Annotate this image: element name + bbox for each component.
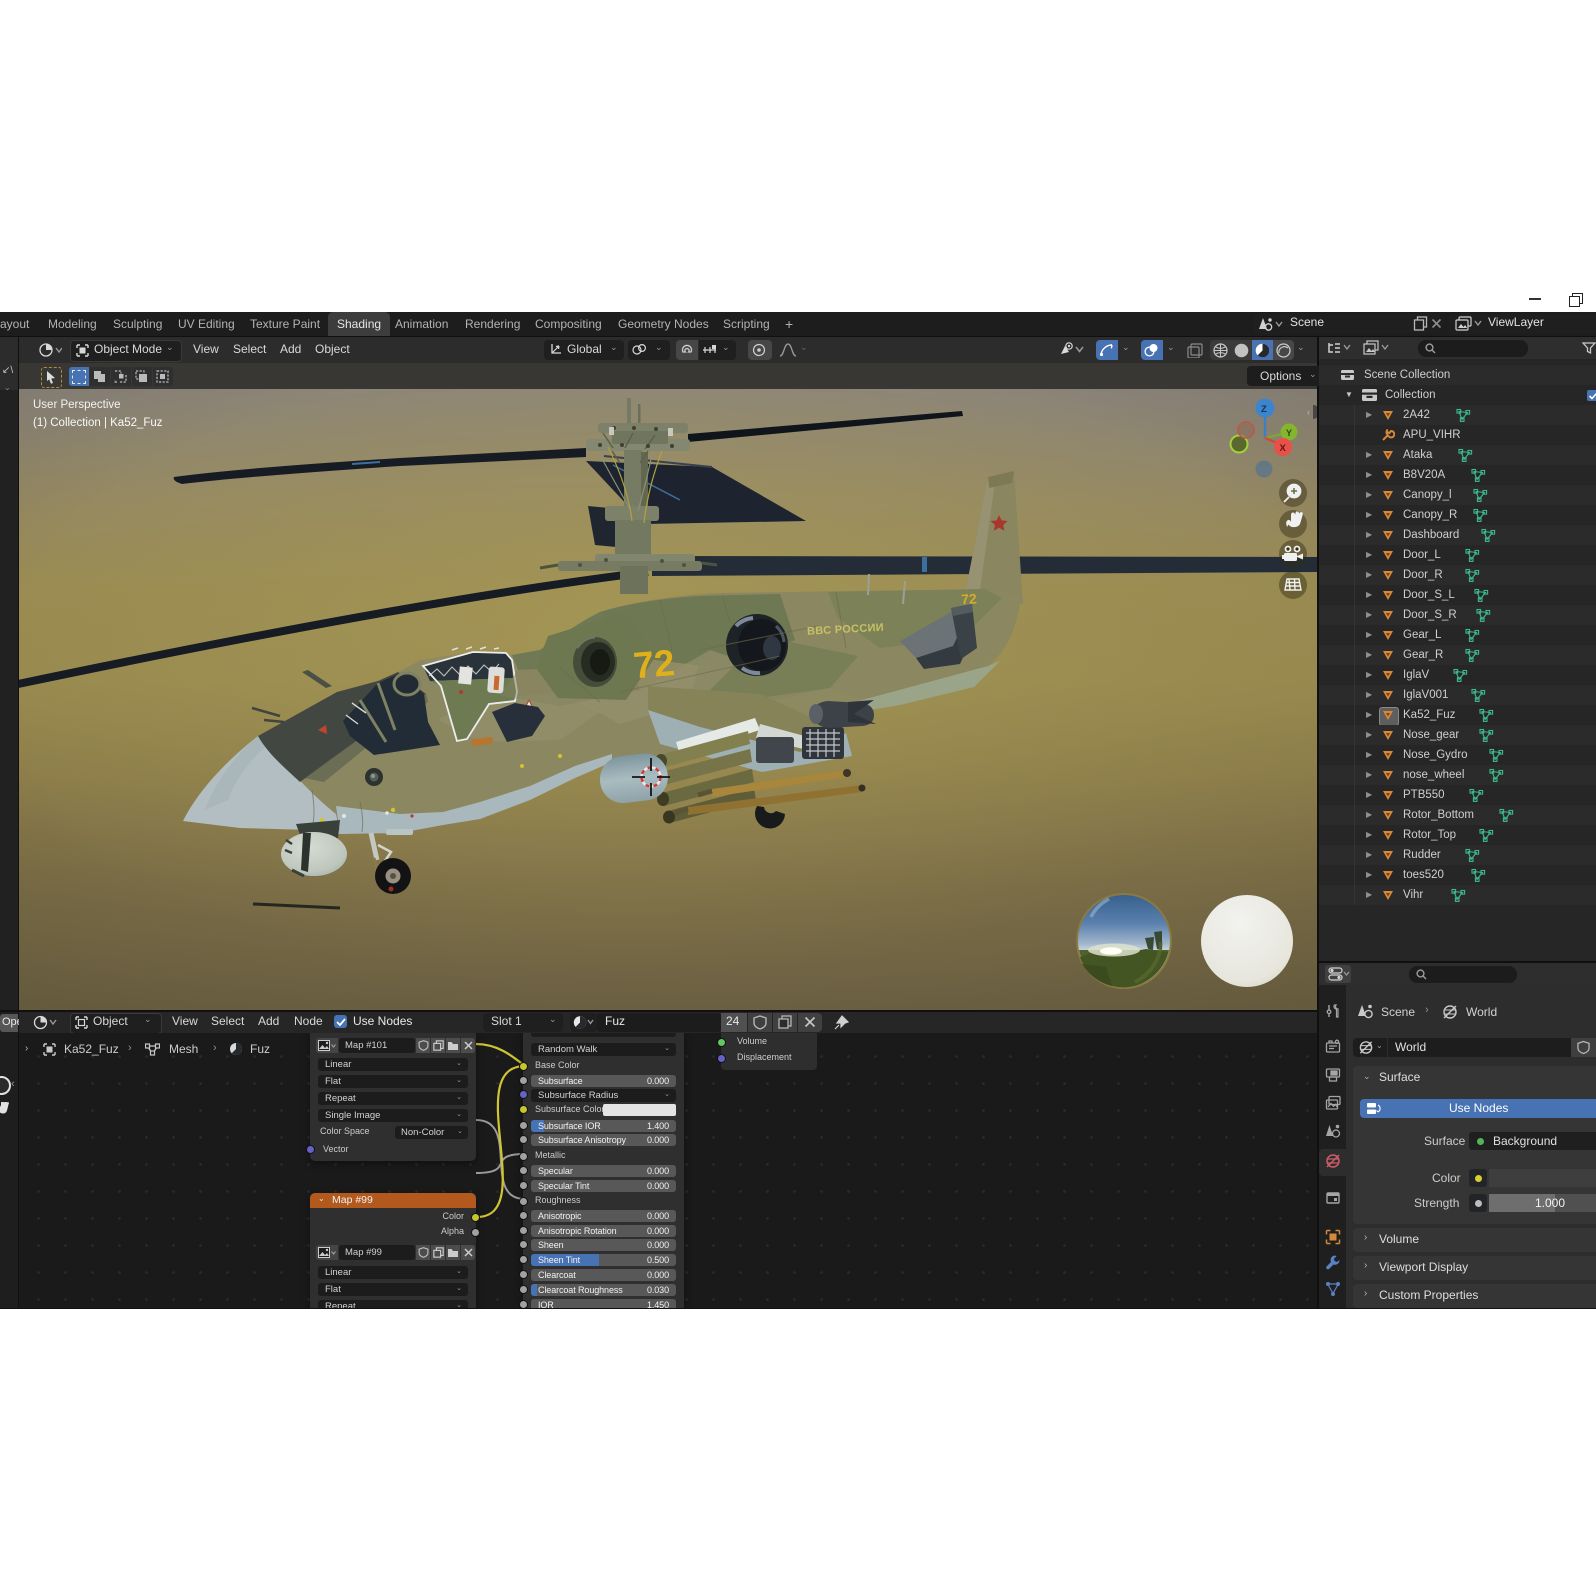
svg-text:72: 72 xyxy=(632,642,677,686)
svg-text:User Perspective: User Perspective xyxy=(33,399,121,411)
svg-text:‹: ‹ xyxy=(1307,407,1310,417)
svg-text:(1) Collection | Ka52_Fuz: (1) Collection | Ka52_Fuz xyxy=(33,417,163,429)
svg-text:Z: Z xyxy=(1261,404,1267,415)
svg-text:Y: Y xyxy=(1286,428,1292,438)
svg-text:X: X xyxy=(1280,443,1287,454)
